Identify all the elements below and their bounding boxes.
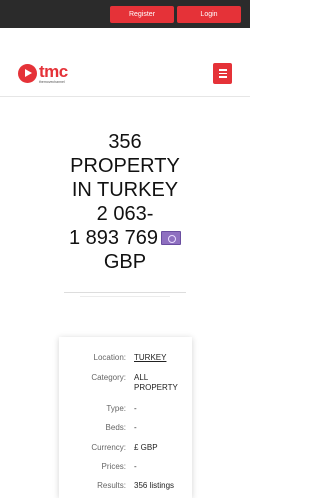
prices-label: Prices:	[101, 462, 126, 471]
login-button[interactable]: Login	[177, 6, 241, 23]
title-line: IN TURKEY	[71, 179, 179, 201]
top-bar: Register Login	[0, 0, 250, 28]
play-logo-icon	[18, 64, 37, 84]
divider	[64, 292, 186, 293]
register-button[interactable]: Register	[110, 6, 174, 23]
currency-value: £ GBP	[134, 443, 158, 452]
title-count: 356	[108, 131, 142, 153]
hamburger-icon	[218, 69, 227, 71]
results-value: 356 listings	[134, 481, 175, 490]
logo-wordmark: tmc	[39, 62, 68, 81]
site-header: tmc themovechannel	[0, 48, 250, 97]
prices-value: -	[134, 462, 137, 471]
category-label: Category:	[91, 373, 126, 382]
hamburger-menu-button[interactable]	[213, 63, 232, 84]
currency-label: Currency:	[91, 443, 126, 452]
search-details-card: Location: TURKEY Category: ALL PROPERTY …	[59, 337, 192, 498]
title-price-min: 2 063-	[96, 203, 154, 225]
title-price-max: 1 893 769	[69, 227, 158, 249]
category-value: ALL PROPERTY	[134, 373, 178, 392]
logo[interactable]: tmc themovechannel	[18, 63, 68, 85]
results-label: Results:	[97, 481, 126, 490]
banknote-icon	[160, 231, 181, 245]
title-price-max-row: 1 893 769	[0, 226, 250, 250]
logo-tagline: themovechannel	[39, 80, 65, 84]
location-link[interactable]: TURKEY	[134, 353, 190, 363]
type-value: -	[134, 404, 137, 413]
location-label: Location:	[93, 353, 126, 362]
page: Register Login tmc themovechannel 356 PR…	[0, 0, 250, 498]
title-line: PROPERTY	[70, 155, 180, 177]
divider	[80, 296, 170, 297]
type-label: Type:	[106, 404, 126, 413]
title-currency: GBP	[103, 251, 147, 273]
beds-label: Beds:	[105, 423, 126, 432]
page-title: 356 PROPERTY IN TURKEY 2 063- 1 893 769 …	[0, 130, 250, 274]
beds-value: -	[134, 423, 137, 432]
